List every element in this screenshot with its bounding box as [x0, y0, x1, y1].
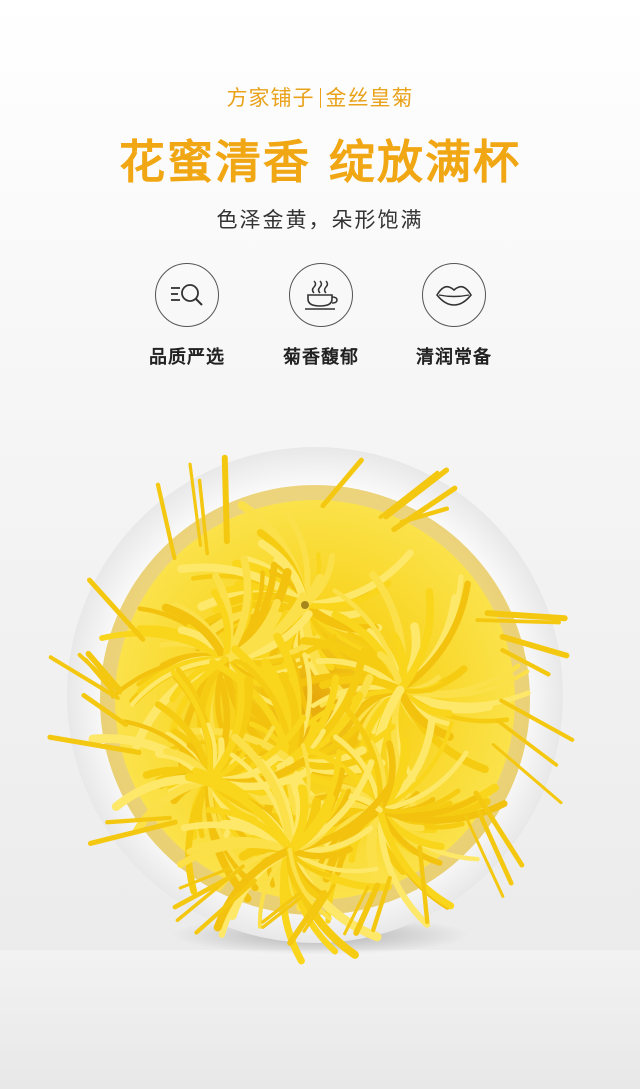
magnifier-list-icon: [155, 263, 219, 327]
product-name: 金丝皇菊: [325, 86, 414, 110]
tea-cup-icon: [289, 263, 353, 327]
petal: [475, 618, 561, 625]
feature-item-moisturize: 清润常备: [384, 263, 524, 369]
feature-item-quality: 品质严选: [117, 263, 257, 369]
feature-label: 品质严选: [149, 347, 225, 368]
page-subtitle: 色泽金黄，朵形饱满: [216, 208, 424, 232]
petal: [221, 454, 230, 545]
feature-list: 品质严选 菊香馥郁 清润常备: [0, 263, 640, 373]
brand-separator: [319, 88, 321, 108]
chrysanthemum-bowl-image: [40, 430, 620, 970]
chrysanthemum-bowl-illustration: [47, 447, 575, 965]
feature-label: 菊香馥郁: [283, 347, 359, 368]
lips-icon: [422, 263, 486, 327]
brand-name: 方家铺子: [226, 86, 315, 110]
feature-item-aroma: 菊香馥郁: [251, 263, 391, 369]
feature-label: 清润常备: [416, 347, 492, 368]
table-surface: [0, 950, 640, 1089]
brand-line: 方家铺子 金丝皇菊: [0, 82, 640, 112]
page-title: 花蜜清香 绽放满杯: [118, 135, 521, 189]
